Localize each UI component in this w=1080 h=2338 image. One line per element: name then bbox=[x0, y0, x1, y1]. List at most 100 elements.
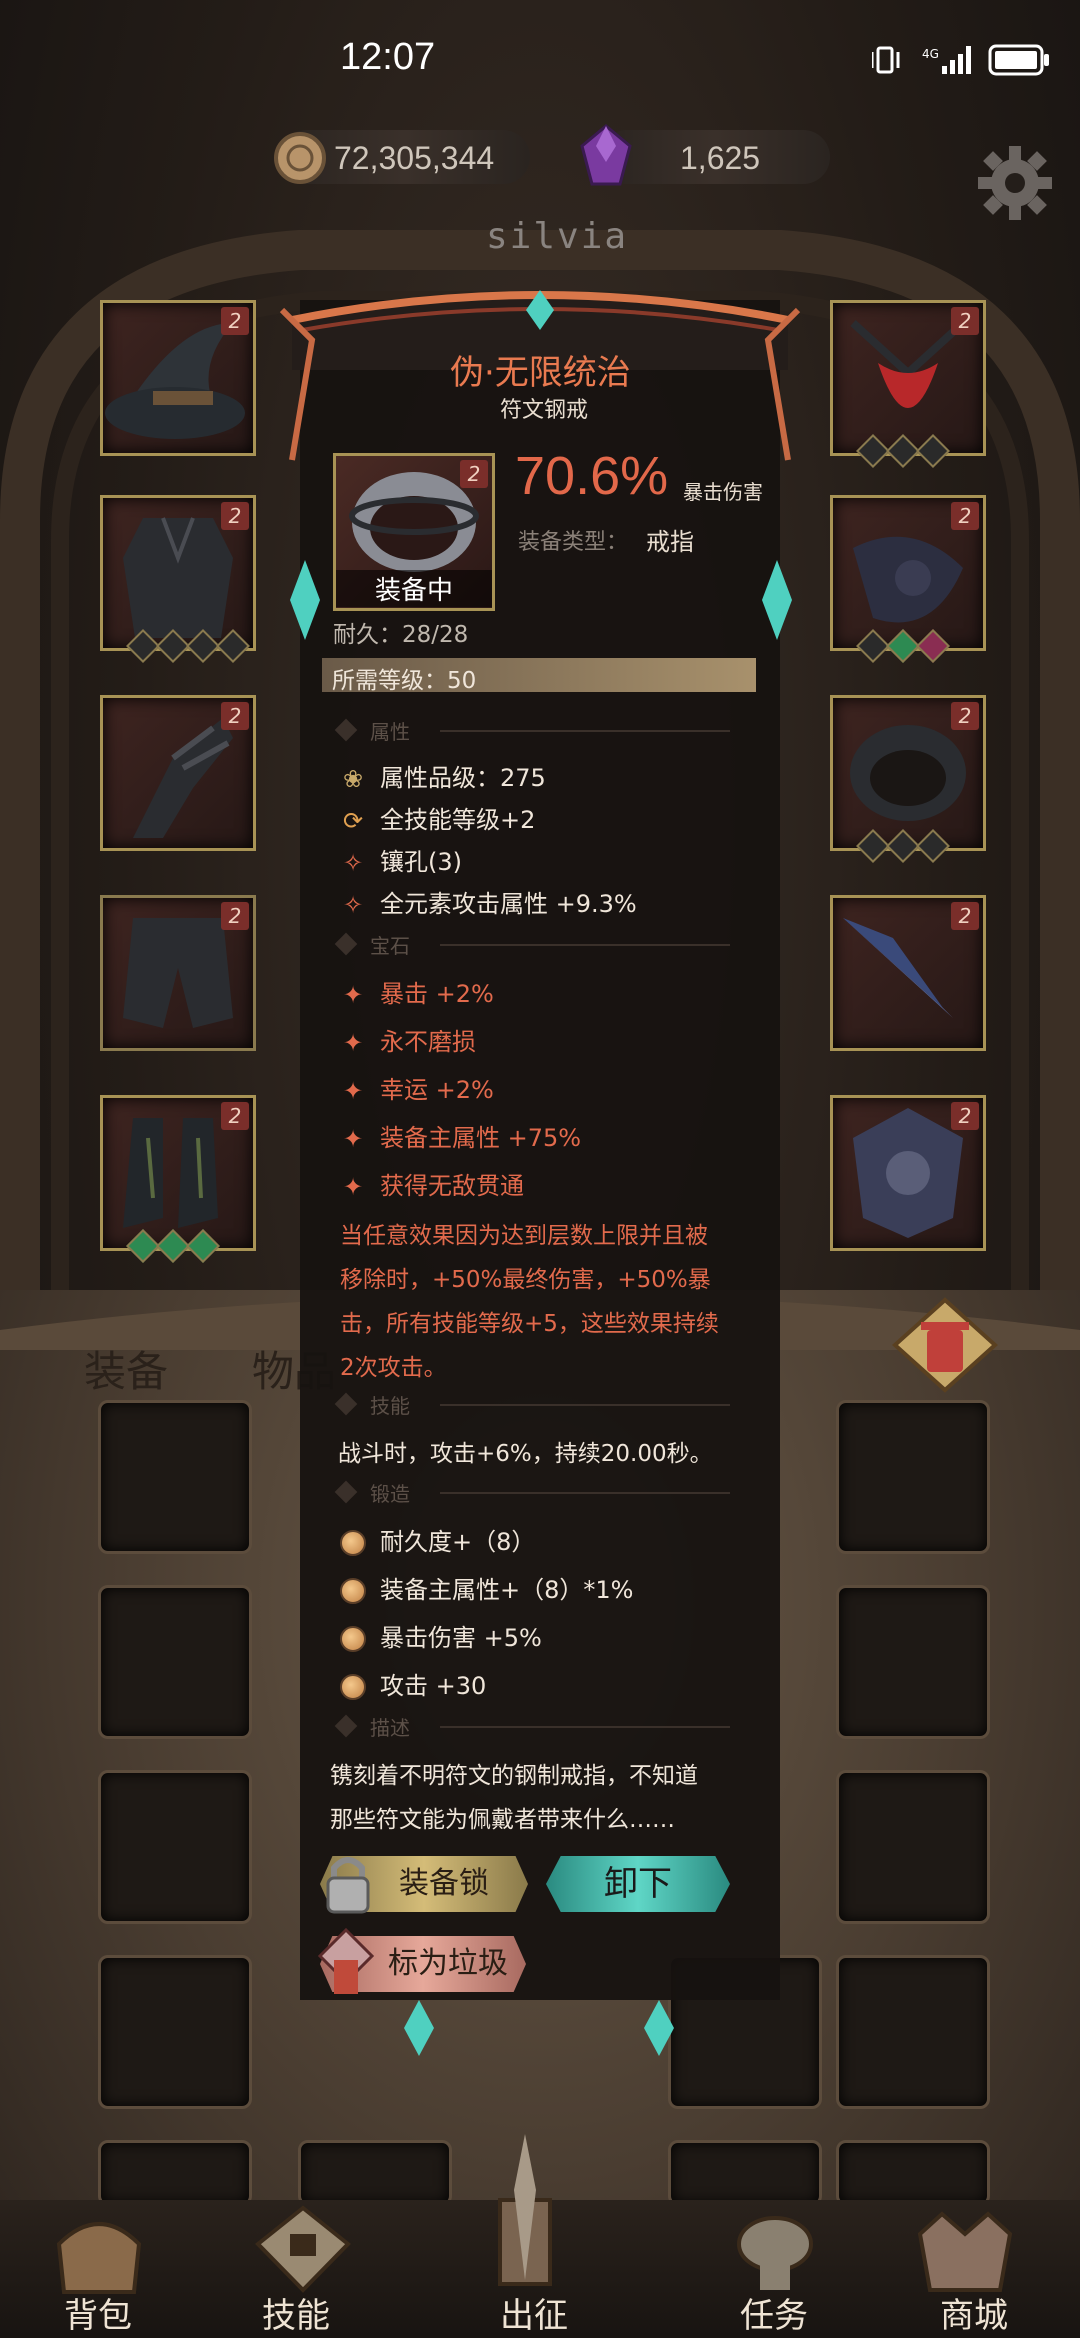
rank-badge: 2 bbox=[460, 460, 488, 488]
bag-cell[interactable] bbox=[836, 1955, 990, 2109]
gear-icon[interactable] bbox=[970, 138, 1060, 228]
gem-crit: ✦ 暴击 +2% bbox=[340, 974, 494, 1009]
unequip-button[interactable]: 卸下 bbox=[546, 1856, 730, 1912]
socket-row bbox=[856, 629, 950, 663]
equip-slot-hat[interactable]: 2 bbox=[100, 300, 256, 456]
section-forge: 锻造 bbox=[330, 1480, 750, 1506]
equip-slot-boots[interactable]: 2 bbox=[100, 1095, 256, 1263]
vibrate-icon bbox=[872, 46, 900, 74]
orb-icon bbox=[340, 1530, 366, 1556]
section-description: 描述 bbox=[330, 1714, 750, 1740]
section-gems: 宝石 bbox=[330, 932, 750, 958]
equip-slot-ring[interactable]: 2 bbox=[830, 695, 986, 863]
rank-badge: 2 bbox=[951, 902, 979, 930]
trash-icon[interactable] bbox=[885, 1290, 1005, 1400]
nav-quests[interactable]: 任务 bbox=[740, 2288, 808, 2337]
gem-effect-line: 移除时，+50%最终伤害，+50%暴 bbox=[340, 1267, 711, 1293]
attr-all-skills: ⟳ 全技能等级+2 bbox=[340, 800, 535, 835]
nav-expedition[interactable]: 出征 bbox=[500, 2288, 568, 2337]
bag-cell[interactable] bbox=[98, 1585, 252, 1739]
bag-cell[interactable] bbox=[836, 1400, 990, 1554]
forge-crit-damage: 暴击伤害 +5% bbox=[340, 1618, 542, 1653]
bag-cell[interactable] bbox=[98, 1955, 252, 2109]
item-title: 伪·无限统治 bbox=[450, 353, 631, 393]
expedition-sword-icon[interactable] bbox=[470, 2130, 580, 2290]
attr-grade: ❀ 属性品级：275 bbox=[340, 758, 546, 793]
bag-cell[interactable] bbox=[98, 1400, 252, 1554]
bag-cell[interactable] bbox=[668, 2140, 822, 2206]
coin-icon bbox=[274, 132, 326, 184]
gem-luck: ✦ 幸运 +2% bbox=[340, 1070, 494, 1105]
star-icon: ✦ bbox=[342, 1077, 364, 1105]
attr-sockets: ✧ 镶孔(3) bbox=[340, 842, 462, 877]
equip-type-label: 装备类型： bbox=[518, 530, 629, 555]
socket-row bbox=[126, 629, 250, 663]
bag-cell[interactable] bbox=[836, 1585, 990, 1739]
bag-cell[interactable] bbox=[98, 1770, 252, 1924]
quest-scroll-icon[interactable] bbox=[720, 2204, 830, 2294]
lock-icon bbox=[326, 1857, 370, 1914]
svg-text:4G: 4G bbox=[922, 47, 939, 61]
backpack-icon[interactable] bbox=[44, 2204, 154, 2294]
description-line: 镌刻着不明符文的钢制戒指，不知道 bbox=[330, 1763, 698, 1789]
teal-gem-decoration bbox=[644, 2000, 674, 2056]
orb-icon bbox=[340, 1674, 366, 1700]
rank-badge: 2 bbox=[221, 702, 249, 730]
required-level: 所需等级：50 bbox=[332, 668, 477, 694]
status-icons: 4G bbox=[872, 44, 1049, 76]
status-time: 12:07 bbox=[340, 36, 436, 78]
status-bar: 12:07 4G bbox=[0, 0, 1080, 120]
nav-skills[interactable]: 技能 bbox=[262, 2288, 330, 2337]
section-skills: 技能 bbox=[330, 1392, 750, 1418]
bag-cell[interactable] bbox=[836, 2140, 990, 2206]
rank-badge: 2 bbox=[221, 902, 249, 930]
equip-slot-weapon[interactable]: 2 bbox=[830, 895, 986, 1051]
item-icon-slot: 2 装备中 bbox=[333, 453, 495, 611]
signal-icon bbox=[942, 46, 971, 74]
item-subtitle: 符文钢戒 bbox=[500, 398, 589, 423]
bag-cell[interactable] bbox=[298, 2140, 452, 2206]
orb-icon bbox=[340, 1626, 366, 1652]
teal-gem-decoration bbox=[404, 2000, 434, 2056]
equip-slot-gloves[interactable]: 2 bbox=[100, 695, 256, 851]
durability: 耐久：28/28 bbox=[333, 622, 469, 648]
gem-main-attr: ✦ 装备主属性 +75% bbox=[340, 1118, 581, 1153]
star-icon: ✦ bbox=[342, 1029, 364, 1057]
gem-no-wear: ✦ 永不磨损 bbox=[340, 1022, 476, 1057]
spark-icon: ✧ bbox=[342, 891, 364, 919]
tab-equipment[interactable]: 装备 bbox=[84, 1338, 168, 1399]
nav-backpack[interactable]: 背包 bbox=[64, 2288, 132, 2337]
teal-gem-decoration bbox=[762, 560, 792, 640]
gem-effect-line: 当任意效果因为达到层数上限并且被 bbox=[340, 1223, 708, 1249]
shop-crown-icon[interactable] bbox=[910, 2204, 1020, 2294]
rank-badge: 2 bbox=[221, 1102, 249, 1130]
equip-slot-shield[interactable]: 2 bbox=[830, 1095, 986, 1251]
rank-badge: 2 bbox=[951, 307, 979, 335]
star-icon: ✦ bbox=[342, 1173, 364, 1201]
lotus-icon: ❀ bbox=[342, 765, 364, 793]
equip-slot-armor[interactable]: 2 bbox=[100, 495, 256, 663]
spark-icon: ✧ bbox=[342, 849, 364, 877]
equip-slot-amulet[interactable]: 2 bbox=[830, 300, 986, 468]
teal-gem-decoration bbox=[290, 560, 320, 640]
required-level-bar: 所需等级：50 bbox=[322, 658, 756, 694]
socket-row bbox=[856, 829, 950, 863]
equip-slot-weapon-offhand[interactable]: 2 bbox=[830, 495, 986, 663]
skill-effect: 战斗时，攻击+6%，持续20.00秒。 bbox=[338, 1441, 713, 1467]
rank-badge: 2 bbox=[951, 702, 979, 730]
forge-durability: 耐久度+（8） bbox=[340, 1522, 535, 1557]
gem-effect-line: 击，所有技能等级+5，这些效果持续 bbox=[340, 1311, 719, 1337]
gem-invincible-pierce: ✦ 获得无敌贯通 bbox=[340, 1166, 524, 1201]
star-icon: ✦ bbox=[342, 1125, 364, 1153]
equipped-label: 装备中 bbox=[336, 570, 492, 607]
bag-cell[interactable] bbox=[836, 1770, 990, 1924]
forge-main-attr: 装备主属性+（8）*1% bbox=[340, 1570, 633, 1605]
nav-shop[interactable]: 商城 bbox=[940, 2288, 1008, 2337]
forge-attack: 攻击 +30 bbox=[340, 1666, 486, 1701]
equip-slot-pants[interactable]: 2 bbox=[100, 895, 256, 1051]
character-name: silvia bbox=[486, 216, 629, 257]
skill-book-icon[interactable] bbox=[248, 2204, 358, 2294]
socket-row bbox=[856, 434, 950, 468]
section-attributes: 属性 bbox=[330, 718, 750, 744]
bag-cell[interactable] bbox=[98, 2140, 252, 2206]
